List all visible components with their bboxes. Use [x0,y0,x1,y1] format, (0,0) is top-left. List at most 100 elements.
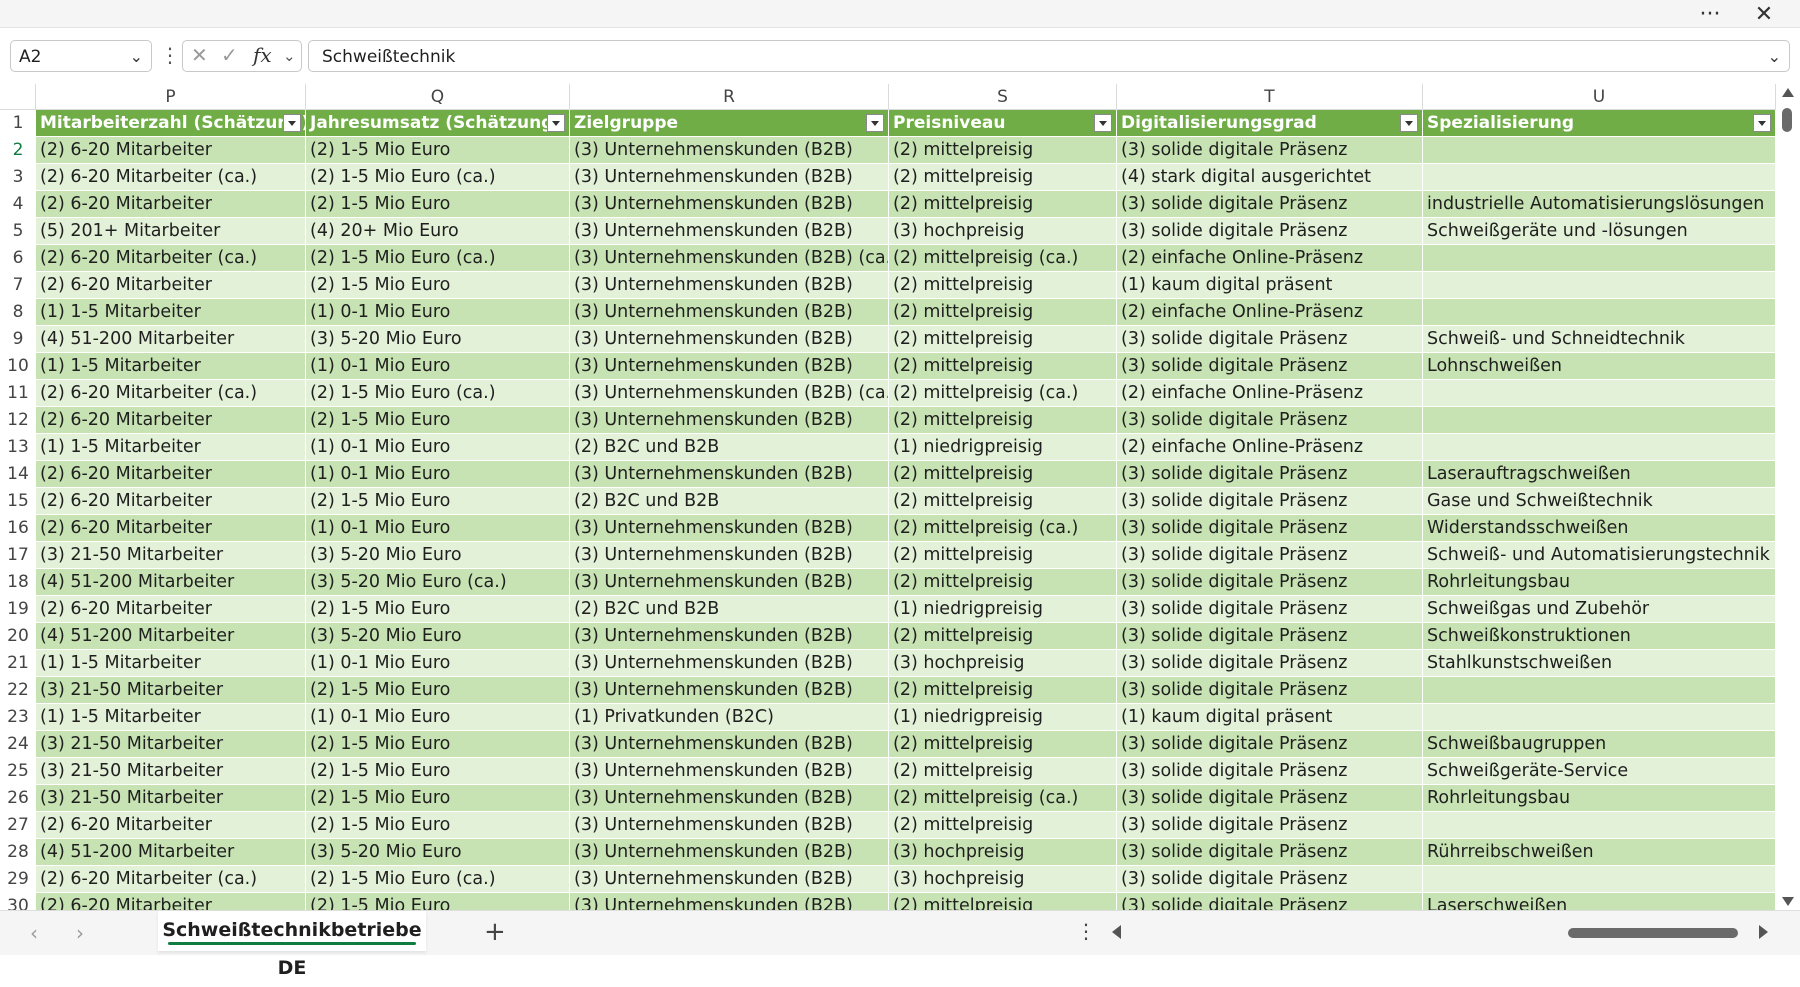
table-cell[interactable]: (3) Unternehmenskunden (B2B) [570,623,889,650]
row-number[interactable]: 27 [0,812,36,839]
table-cell[interactable]: Schweiß- und Automatisierungstechnik [1423,542,1776,569]
table-cell[interactable] [1423,245,1776,272]
table-cell[interactable]: (3) 5-20 Mio Euro (ca.) [306,569,570,596]
table-cell[interactable]: (2) B2C und B2B [570,596,889,623]
filter-dropdown-icon[interactable] [1400,114,1418,132]
table-cell[interactable]: (2) mittelpreisig [889,191,1117,218]
table-cell[interactable]: (2) 6-20 Mitarbeiter (ca.) [36,866,306,893]
vertical-ellipsis-icon[interactable]: ⋮ [160,44,180,68]
table-cell[interactable]: (1) 0-1 Mio Euro [306,704,570,731]
table-cell[interactable]: (3) solide digitale Präsenz [1117,812,1423,839]
filter-dropdown-icon[interactable] [1753,114,1771,132]
table-cell[interactable]: Widerstandsschweißen [1423,515,1776,542]
insert-function-icon[interactable]: fx [253,43,272,67]
table-cell[interactable]: Rohrleitungsbau [1423,569,1776,596]
table-cell[interactable] [1423,812,1776,839]
table-cell[interactable]: (2) mittelpreisig (ca.) [889,785,1117,812]
row-number[interactable]: 5 [0,218,36,245]
row-number[interactable]: 28 [0,839,36,866]
horizontal-scrollbar[interactable] [1108,923,1772,943]
table-cell[interactable]: (2) mittelpreisig [889,164,1117,191]
table-cell[interactable]: (4) 20+ Mio Euro [306,218,570,245]
table-cell[interactable]: (2) mittelpreisig [889,461,1117,488]
row-number[interactable]: 18 [0,569,36,596]
table-cell[interactable] [1423,866,1776,893]
table-cell[interactable]: (2) 6-20 Mitarbeiter [36,893,306,910]
table-cell[interactable]: (1) 0-1 Mio Euro [306,461,570,488]
table-cell[interactable]: (2) mittelpreisig [889,407,1117,434]
table-cell[interactable] [1423,677,1776,704]
table-cell[interactable]: (2) mittelpreisig [889,812,1117,839]
table-cell[interactable]: (1) 0-1 Mio Euro [306,650,570,677]
table-cell[interactable]: (3) Unternehmenskunden (B2B) [570,137,889,164]
row-number[interactable]: 20 [0,623,36,650]
table-cell[interactable]: Rohrleitungsbau [1423,785,1776,812]
row-number[interactable]: 30 [0,893,36,910]
table-cell[interactable] [1423,164,1776,191]
row-number[interactable]: 11 [0,380,36,407]
table-cell[interactable]: Laserschweißen [1423,893,1776,910]
table-cell[interactable]: (3) Unternehmenskunden (B2B) (ca.) [570,380,889,407]
column-header-q[interactable]: Q [306,84,570,110]
table-cell[interactable]: (3) 5-20 Mio Euro [306,623,570,650]
table-cell[interactable]: (3) solide digitale Präsenz [1117,191,1423,218]
table-cell[interactable]: (2) 1-5 Mio Euro [306,137,570,164]
table-cell[interactable]: (2) 1-5 Mio Euro [306,677,570,704]
table-cell[interactable]: (3) Unternehmenskunden (B2B) [570,758,889,785]
vertical-scrollbar[interactable] [1776,84,1800,910]
scroll-left-icon[interactable] [1112,925,1121,939]
filter-dropdown-icon[interactable] [1094,114,1112,132]
table-cell[interactable] [1423,272,1776,299]
table-cell[interactable]: Schweißgas und Zubehör [1423,596,1776,623]
row-number[interactable]: 16 [0,515,36,542]
table-cell[interactable]: (2) mittelpreisig [889,272,1117,299]
row-number[interactable]: 15 [0,488,36,515]
scroll-right-icon[interactable] [1759,925,1768,939]
table-cell[interactable]: (2) 6-20 Mitarbeiter [36,461,306,488]
filter-dropdown-icon[interactable] [866,114,884,132]
table-cell[interactable]: (2) 1-5 Mio Euro (ca.) [306,164,570,191]
row-number[interactable]: 22 [0,677,36,704]
table-cell[interactable]: (3) Unternehmenskunden (B2B) [570,569,889,596]
row-number[interactable]: 1 [0,110,36,137]
table-cell[interactable]: (3) solide digitale Präsenz [1117,650,1423,677]
column-header-t[interactable]: T [1117,84,1423,110]
table-cell[interactable]: (4) 51-200 Mitarbeiter [36,569,306,596]
table-header-cell[interactable]: Jahresumsatz (Schätzung) [306,110,570,137]
chevron-down-icon[interactable]: ⌄ [130,47,143,66]
row-number[interactable]: 23 [0,704,36,731]
table-cell[interactable]: Schweißgeräte und -lösungen [1423,218,1776,245]
column-header-s[interactable]: S [889,84,1117,110]
table-cell[interactable]: (2) 6-20 Mitarbeiter (ca.) [36,245,306,272]
table-cell[interactable]: (3) Unternehmenskunden (B2B) [570,461,889,488]
table-cell[interactable]: (3) Unternehmenskunden (B2B) [570,353,889,380]
table-cell[interactable]: Rührreibschweißen [1423,839,1776,866]
table-cell[interactable]: (2) mittelpreisig [889,623,1117,650]
table-cell[interactable]: (4) 51-200 Mitarbeiter [36,839,306,866]
table-cell[interactable]: (3) Unternehmenskunden (B2B) [570,407,889,434]
column-header-u[interactable]: U [1423,84,1776,110]
spreadsheet-grid[interactable]: PQRSTU 1 Mitarbeiterzahl (Schätzung) Jahre… [0,84,1776,910]
table-cell[interactable]: (2) 1-5 Mio Euro [306,596,570,623]
table-cell[interactable] [1423,299,1776,326]
table-cell[interactable]: (2) mittelpreisig [889,893,1117,910]
row-number[interactable]: 9 [0,326,36,353]
scroll-down-icon[interactable] [1782,897,1794,906]
table-cell[interactable]: (3) solide digitale Präsenz [1117,407,1423,434]
table-cell[interactable]: Schweißkonstruktionen [1423,623,1776,650]
table-cell[interactable] [1423,380,1776,407]
table-cell[interactable]: (2) 1-5 Mio Euro [306,191,570,218]
table-cell[interactable]: (3) solide digitale Präsenz [1117,596,1423,623]
table-cell[interactable]: (3) solide digitale Präsenz [1117,461,1423,488]
table-cell[interactable]: (3) solide digitale Präsenz [1117,839,1423,866]
table-cell[interactable]: Lohnschweißen [1423,353,1776,380]
table-cell[interactable]: (3) Unternehmenskunden (B2B) [570,731,889,758]
table-cell[interactable]: (2) 6-20 Mitarbeiter [36,596,306,623]
table-cell[interactable]: Schweißgeräte-Service [1423,758,1776,785]
table-cell[interactable]: (3) Unternehmenskunden (B2B) [570,191,889,218]
table-cell[interactable]: (2) mittelpreisig [889,137,1117,164]
prev-sheet-icon[interactable]: ‹ [30,921,38,945]
table-cell[interactable]: (2) mittelpreisig [889,677,1117,704]
table-cell[interactable]: (1) 1-5 Mitarbeiter [36,650,306,677]
row-number[interactable]: 2 [0,137,36,164]
